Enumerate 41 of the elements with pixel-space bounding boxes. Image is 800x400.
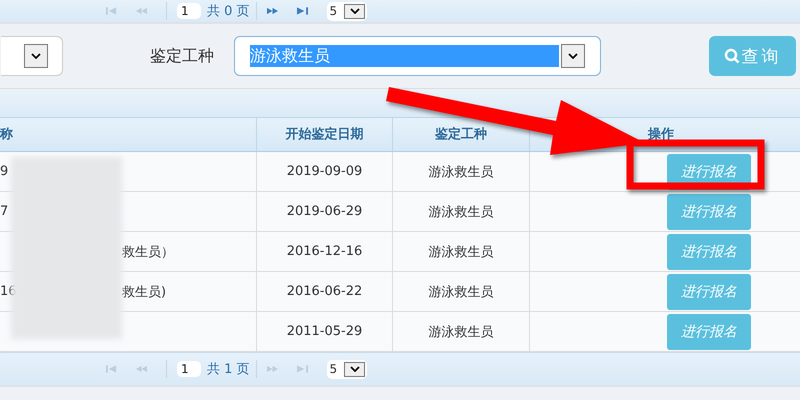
chevron-down-icon bbox=[350, 366, 360, 372]
column-header: 开始鉴定日期 bbox=[257, 118, 393, 151]
table-cell: 9 bbox=[0, 164, 8, 179]
table-cell: 2011-05-29 bbox=[286, 324, 362, 339]
previous-page-icon[interactable] bbox=[136, 7, 147, 15]
register-button[interactable]: 进行报名 bbox=[667, 314, 751, 350]
table-cell-text: 游泳救生员 bbox=[428, 204, 494, 220]
chevron-down-icon bbox=[31, 53, 41, 59]
table-cell-text: 游泳救生员 bbox=[428, 324, 494, 340]
table-cell: 2019-09-09 bbox=[286, 164, 362, 179]
page-size-select[interactable]: 5 bbox=[326, 2, 368, 20]
table-cell-text: 救生员) bbox=[122, 284, 166, 300]
field-label: 鉴定工种 bbox=[150, 46, 214, 66]
column-header: 操作 bbox=[646, 126, 675, 144]
search-icon bbox=[724, 48, 740, 64]
previous-page-icon[interactable] bbox=[136, 365, 147, 373]
table-cell: 7 bbox=[0, 204, 8, 219]
last-page-icon[interactable] bbox=[296, 7, 308, 15]
next-page-icon[interactable] bbox=[266, 7, 278, 15]
table-cell-text: 游泳救生员 bbox=[428, 244, 494, 260]
page-size-select[interactable]: 5 bbox=[326, 360, 368, 378]
table-cell-text: 救生员） bbox=[122, 244, 174, 260]
table-cell: 2019-06-29 bbox=[286, 204, 362, 219]
table-cell: 2016-12-16 bbox=[286, 244, 362, 259]
register-button[interactable]: 进行报名 bbox=[667, 194, 751, 230]
table-cell: 16 bbox=[0, 284, 17, 299]
dropdown[interactable] bbox=[1, 36, 63, 76]
search-button[interactable]: 查询 bbox=[709, 36, 796, 76]
column-header: 称 bbox=[0, 118, 257, 151]
register-button[interactable]: 进行报名 bbox=[667, 234, 751, 270]
job-type-select[interactable]: 游泳救生员 bbox=[234, 36, 601, 76]
page-input[interactable]: 1 bbox=[177, 361, 201, 377]
table-cell: 2016-06-22 bbox=[286, 284, 362, 299]
table-cell-text: 游泳救生员 bbox=[428, 164, 494, 180]
chevron-down-icon bbox=[568, 53, 578, 59]
page-total: 共 0 页 bbox=[207, 3, 250, 20]
page-total: 共 1 页 bbox=[207, 361, 250, 378]
chevron-down-icon bbox=[350, 8, 360, 14]
page-input[interactable]: 1 bbox=[177, 3, 201, 19]
register-button[interactable]: 进行报名 bbox=[667, 274, 751, 310]
table-cell-text: 游泳救生员 bbox=[428, 284, 494, 300]
